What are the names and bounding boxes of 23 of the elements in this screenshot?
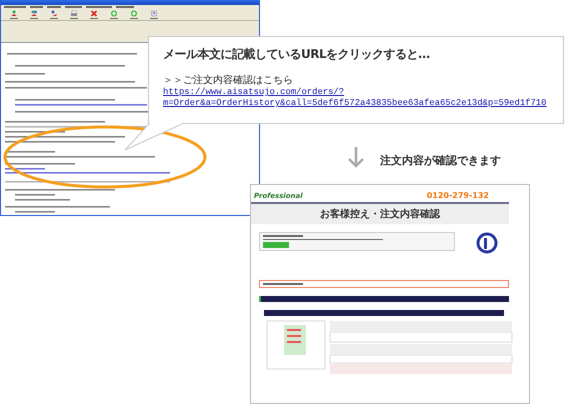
order-link[interactable]: https://www.aisatsujo.com/orders/?	[163, 87, 563, 98]
down-arrow-icon	[346, 146, 366, 168]
privacy-mark-icon	[475, 232, 499, 256]
caption: 注文内容が確認できます	[380, 153, 501, 168]
toolbar-button[interactable]	[107, 10, 121, 20]
address-book-icon	[150, 10, 158, 17]
delete-icon	[90, 10, 98, 17]
toolbar-button[interactable]	[67, 10, 81, 20]
phone-number: 0120-279-132	[426, 191, 489, 200]
toolbar-button[interactable]	[127, 10, 141, 20]
printer-icon	[70, 10, 78, 17]
page-title: お客様控え・注文内容確認	[251, 204, 509, 224]
toolbar-button[interactable]	[27, 10, 41, 20]
toolbar-button[interactable]	[7, 10, 21, 20]
toolbar-button[interactable]	[47, 10, 61, 20]
link-label: ＞＞ご注文内容確認はこちら	[163, 74, 294, 87]
reply-icon	[10, 10, 18, 17]
reply-all-icon	[30, 10, 38, 17]
toolbar-button[interactable]	[147, 10, 161, 20]
forward-icon	[50, 10, 58, 17]
order-link[interactable]: m=Order&a=OrderHistory&call=5def6f572a43835bee63afea65c2e13d&p=59ed1f710	[163, 98, 563, 109]
callout-heading: メール本文に記載しているURLをクリックすると…	[163, 46, 431, 63]
toolbar-button[interactable]	[87, 10, 101, 20]
